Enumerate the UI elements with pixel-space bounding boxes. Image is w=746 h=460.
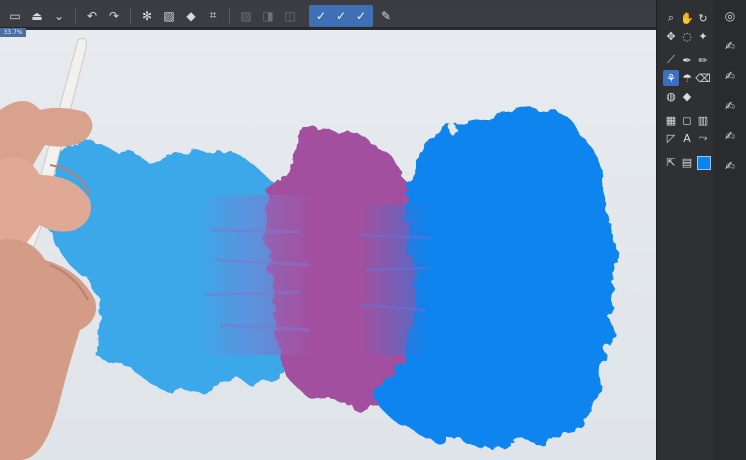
command-bar: ▭ ⏏ ⌄ ↶ ↷ ✻ ▨ ◆ ⌗ ▧ ◨ ◫ ✓ ✓ ✓ ✎: [0, 4, 660, 28]
blend-light-purple: [200, 195, 310, 355]
tool-separator: [663, 46, 679, 50]
object-select-icon[interactable]: ⇱: [663, 154, 679, 170]
stabilizer-icon-2[interactable]: ✓: [332, 7, 350, 25]
gradient-icon[interactable]: ▦: [663, 112, 679, 128]
tool-separator: [663, 106, 679, 110]
blend-purple-blue: [360, 205, 430, 355]
mask-off-icon[interactable]: ▧: [237, 7, 255, 25]
bucket-icon[interactable]: ◆: [679, 88, 695, 104]
magic-wand-icon[interactable]: ✦: [695, 28, 711, 44]
color-swatch[interactable]: [697, 156, 711, 170]
balloon-icon[interactable]: ◸: [663, 130, 679, 146]
eraser-icon[interactable]: ⌫: [695, 70, 711, 86]
toolbar-separator: [75, 7, 76, 24]
figure-icon[interactable]: ◻: [679, 112, 695, 128]
eyedropper-icon[interactable]: ⟋: [663, 52, 679, 68]
transform-icon[interactable]: ⌗: [204, 7, 222, 25]
airbrush-icon[interactable]: ☂: [679, 70, 695, 86]
text-icon[interactable]: A: [679, 130, 695, 146]
navigator-icon[interactable]: ◎: [720, 6, 740, 26]
zoom-icon[interactable]: ⌕: [663, 10, 679, 26]
save-icon[interactable]: ⏏: [28, 7, 46, 25]
fill-icon[interactable]: ◆: [182, 7, 200, 25]
zoom-indicator: 33.7%: [0, 28, 26, 37]
stabilizer-group: ✓ ✓ ✓: [309, 4, 373, 27]
stabilizer-icon-1[interactable]: ✓: [312, 7, 330, 25]
rotate-icon[interactable]: ↻: [695, 10, 711, 26]
correct-line-icon[interactable]: ⤳: [695, 130, 711, 146]
brush-preset-icon-2[interactable]: ✍: [720, 66, 740, 86]
blend-icon[interactable]: ◍: [663, 88, 679, 104]
toolbar-separator: [130, 7, 131, 24]
toolbar-separator: [229, 7, 230, 24]
brush-preset-icon-4[interactable]: ✍: [720, 126, 740, 146]
brush-preset-icon-1[interactable]: ✍: [720, 36, 740, 56]
tool-separator: [663, 148, 679, 152]
frame-icon[interactable]: ◫: [281, 7, 299, 25]
layer-move-icon[interactable]: ▤: [679, 154, 695, 170]
canvas-area[interactable]: [0, 30, 660, 460]
edit-icon[interactable]: ✎: [377, 7, 395, 25]
move-icon[interactable]: ✥: [663, 28, 679, 44]
frame-border-icon[interactable]: ▥: [695, 112, 711, 128]
redo-icon[interactable]: ↷: [105, 7, 123, 25]
brush-preset-icon-5[interactable]: ✍: [720, 156, 740, 176]
pen-icon[interactable]: ✒: [679, 52, 695, 68]
ruler-icon[interactable]: ◨: [259, 7, 277, 25]
settings-icon[interactable]: ✻: [138, 7, 156, 25]
pencil-icon[interactable]: ✏: [695, 52, 711, 68]
undo-icon[interactable]: ↶: [83, 7, 101, 25]
brush-icon[interactable]: ⚘: [663, 70, 679, 86]
layer-copy-icon[interactable]: ▨: [160, 7, 178, 25]
dropdown-icon[interactable]: ⌄: [50, 7, 68, 25]
hand-icon[interactable]: ✋: [679, 10, 695, 26]
lasso-icon[interactable]: ◌: [679, 28, 695, 44]
sub-tool-panel: ◎ ✍ ✍ ✍ ✍ ✍: [714, 0, 746, 460]
open-file-icon[interactable]: ▭: [6, 7, 24, 25]
tool-palette: ⌕ ✋ ↻ ✥ ◌ ✦ ⟋ ✒ ✏ ⚘ ☂ ⌫ ◍ ◆ ▦ ◻ ▥ ◸ A ⤳ ⇱ ▤: [656, 0, 715, 460]
brush-preset-icon-3[interactable]: ✍: [720, 96, 740, 116]
paint-canvas[interactable]: [0, 30, 660, 460]
stabilizer-icon-3[interactable]: ✓: [352, 7, 370, 25]
